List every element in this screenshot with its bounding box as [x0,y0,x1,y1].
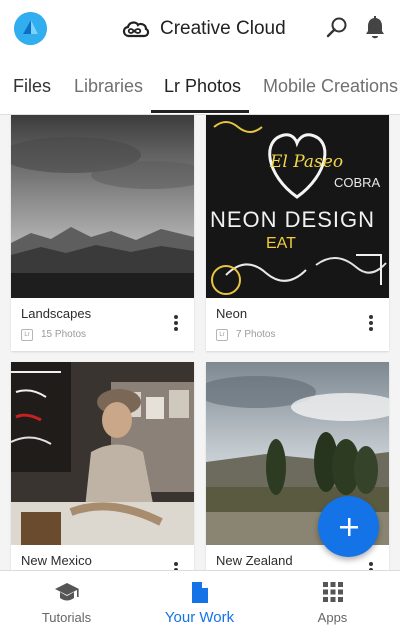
lr-badge-icon: Lr [216,328,228,341]
nav-label: Apps [317,610,348,625]
nav-label: Your Work [164,609,235,626]
album-name: Neon [216,306,248,321]
creative-cloud-logo-icon [122,21,150,38]
tab-bar: Files Libraries Lr Photos Mobile Creatio… [0,58,400,115]
nav-your-work[interactable]: Your Work [133,571,266,632]
album-meta: Lr 15 Photos [21,328,86,341]
more-options-icon[interactable] [172,562,180,570]
lr-badge-icon: Lr [21,328,33,341]
prism-avatar-icon[interactable] [14,12,47,45]
plus-icon [339,517,358,536]
bottom-nav: Tutorials Your Work Apps [0,570,400,632]
tab-mobile-creations[interactable]: Mobile Creations [263,76,398,97]
grid-icon [322,582,343,602]
nav-label: Tutorials [41,610,92,625]
brand: Creative Cloud [120,16,286,42]
album-name: Landscapes [21,306,92,321]
neon-eat-text: EAT [266,235,296,252]
neon-design-text: NEON DESIGN [210,207,375,232]
add-button[interactable] [318,496,379,557]
album-thumbnail [11,115,194,298]
more-options-icon[interactable] [172,315,180,333]
graduation-cap-icon [54,583,79,601]
app-header: Creative Cloud [0,0,400,58]
tab-libraries[interactable]: Libraries [74,76,143,97]
album-name: New Mexico [21,553,92,568]
album-card-new-mexico[interactable]: New Mexico [11,362,194,570]
app-title: Creative Cloud [160,18,286,39]
nav-apps[interactable]: Apps [266,571,399,632]
tab-files[interactable]: Files [13,76,51,97]
neon-cobra-text: COBRA [334,175,381,190]
album-card-neon[interactable]: El Paseo COBRA NEON DESIGN EAT Neon Lr 7… [206,115,389,351]
search-icon[interactable] [325,16,349,40]
album-count: 15 Photos [41,329,87,340]
more-options-icon[interactable] [367,315,375,333]
album-count: 7 Photos [236,329,276,340]
active-tab-indicator [151,110,249,113]
document-icon [191,582,208,603]
album-meta: Lr 7 Photos [216,328,275,341]
bell-icon[interactable] [364,15,386,41]
album-name: New Zealand [216,553,293,568]
tab-lr-photos[interactable]: Lr Photos [164,76,241,97]
neon-paseo-text: El Paseo [269,152,343,172]
album-thumbnail [11,362,194,545]
more-options-icon[interactable] [367,562,375,570]
album-thumbnail: El Paseo COBRA NEON DESIGN EAT [206,115,389,298]
album-card-landscapes[interactable]: Landscapes Lr 15 Photos [11,115,194,351]
nav-tutorials[interactable]: Tutorials [0,571,133,632]
